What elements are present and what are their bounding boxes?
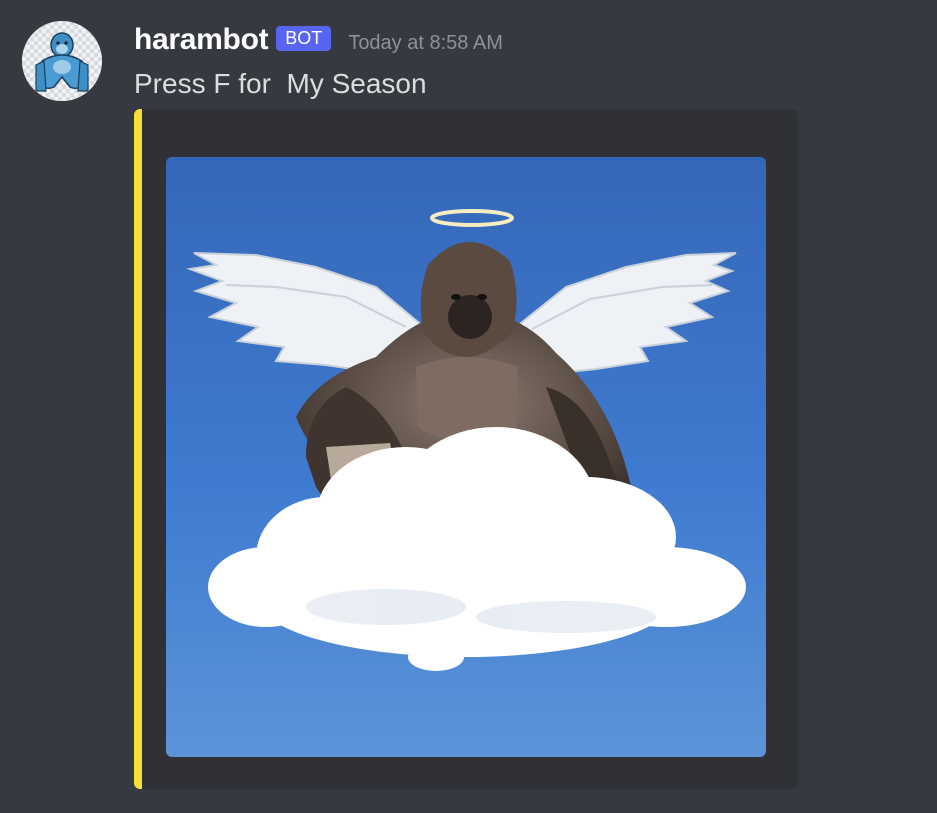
message-embed <box>134 109 798 789</box>
angel-gorilla-on-cloud-image[interactable] <box>166 157 766 757</box>
message-timestamp: Today at 8:58 AM <box>348 31 503 54</box>
author-username[interactable]: harambot <box>134 23 269 57</box>
bot-badge: BOT <box>276 25 332 51</box>
message-header: harambot BOT Today at 8:58 AM <box>134 22 503 58</box>
embed-accent-bar <box>134 109 142 789</box>
chat-message: harambot BOT Today at 8:58 AM Press F fo… <box>0 0 937 813</box>
message-content: Press F for My Season <box>134 68 427 99</box>
gorilla-avatar-icon[interactable] <box>22 21 102 101</box>
